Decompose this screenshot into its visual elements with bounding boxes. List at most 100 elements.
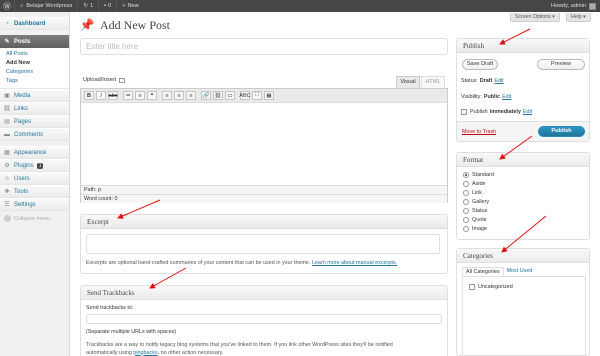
save-draft-button[interactable]: Save Draft — [462, 59, 498, 70]
bullet-list-button[interactable]: ≔ — [123, 91, 133, 100]
radio[interactable] — [463, 226, 469, 232]
account-menu[interactable]: Howdy, admin — [546, 0, 586, 12]
radio[interactable] — [463, 217, 469, 223]
tab-html[interactable]: HTML — [421, 76, 445, 88]
align-right-button[interactable]: ≡ — [186, 91, 196, 100]
strike-glyph: abc — [108, 92, 118, 99]
trackbacks-desc-line1: Trackbacks are a way to notify legacy bl… — [86, 342, 393, 348]
format-option-gallery[interactable]: Gallery — [463, 199, 489, 205]
italic-button[interactable]: I — [96, 91, 106, 100]
align-center-button[interactable]: ≡ — [174, 91, 184, 100]
collapse-menu-button[interactable]: Collapse menu — [0, 211, 69, 226]
format-option-label: Image — [472, 226, 487, 232]
trackbacks-desc-prefix: automatically using — [86, 349, 132, 356]
radio-selected[interactable] — [463, 172, 469, 178]
radio[interactable] — [463, 190, 469, 196]
format-option-link[interactable]: Link — [463, 190, 482, 196]
categories-heading[interactable]: Categories — [457, 249, 589, 263]
tab-visual[interactable]: Visual — [396, 76, 420, 88]
excerpt-learn-more-link[interactable]: Learn more about manual excerpts. — [312, 260, 397, 266]
move-to-trash-link[interactable]: Move to Trash — [462, 129, 496, 135]
comments-link[interactable]: ▪ 0 — [99, 0, 116, 12]
trackbacks-heading[interactable]: Send Trackbacks — [81, 286, 447, 300]
sidebar-item-appearance[interactable]: ▦ Appearance — [0, 146, 69, 159]
blockquote-button[interactable]: ❝ — [147, 91, 157, 100]
format-option-image[interactable]: Image — [463, 226, 487, 232]
submenu-item-add-new[interactable]: Add New — [0, 59, 69, 68]
radio[interactable] — [463, 181, 469, 187]
category-label: Uncategorized — [478, 284, 513, 290]
format-option-quote[interactable]: Quote — [463, 217, 487, 223]
numbered-list-button[interactable]: ≡ — [135, 91, 145, 100]
category-item[interactable]: Uncategorized — [469, 284, 513, 290]
format-option-standard[interactable]: Standard — [463, 172, 494, 178]
submenu-item-all-posts[interactable]: All Posts — [0, 50, 69, 59]
sidebar-item-label: Posts — [14, 38, 31, 45]
media-upload-icon[interactable] — [119, 77, 126, 83]
updates-link[interactable]: ↻ 1 — [78, 0, 98, 12]
screen-options-button[interactable]: Screen Options ▾ — [510, 13, 560, 22]
tab-all-categories[interactable]: All Categories — [462, 267, 504, 276]
strikethrough-button[interactable]: abc — [108, 91, 118, 100]
schedule-edit-link[interactable]: Edit — [523, 109, 532, 115]
publish-button[interactable]: Publish — [538, 126, 585, 137]
visibility-value: Public — [483, 94, 501, 100]
radio[interactable] — [463, 208, 469, 214]
word-count: Word count: 0 — [81, 194, 447, 203]
bold-button[interactable]: B — [84, 91, 94, 100]
excerpt-help-text: Excerpts are optional hand-crafted summa… — [86, 260, 311, 266]
new-content-link[interactable]: + New — [117, 0, 143, 12]
trackbacks-input[interactable] — [86, 314, 442, 324]
collapse-icon — [4, 215, 11, 222]
insert-link-button[interactable]: 🔗 — [201, 91, 211, 100]
spellcheck-button[interactable]: ABC — [239, 91, 251, 100]
site-name-link[interactable]: ⌂ Belajar Wordpress — [15, 0, 77, 12]
status-edit-link[interactable]: Edit — [494, 78, 503, 84]
format-heading[interactable]: Format — [457, 153, 589, 167]
wordpress-logo-icon[interactable]: Ⓦ — [0, 0, 14, 12]
sidebar-item-posts[interactable]: ✎ Posts — [0, 35, 69, 48]
editor-toolbar: B I abc ≔ ≡ ❝ ≡ ≡ ≡ 🔗 ⛓ ▭ ABC ⛶ ▦ — [81, 89, 447, 103]
excerpt-heading[interactable]: Excerpt — [81, 215, 447, 229]
excerpt-textarea[interactable] — [86, 234, 440, 254]
tools-icon: ✚ — [4, 189, 10, 195]
sidebar-item-plugins[interactable]: ⚙ Plugins 1 — [0, 159, 69, 172]
sidebar-item-media[interactable]: ▣ Media — [0, 89, 69, 102]
plugins-update-badge: 1 — [36, 162, 44, 169]
editor-content-area[interactable] — [81, 103, 447, 185]
post-title-input[interactable]: Enter title here — [80, 38, 448, 55]
dashboard-icon: ◔ — [5, 20, 9, 27]
category-checkbox[interactable] — [469, 284, 475, 290]
visibility-edit-link[interactable]: Edit — [502, 94, 511, 100]
kitchen-sink-button[interactable]: ▦ — [264, 91, 274, 100]
sidebar-item-dashboard[interactable]: ◔ Dashboard — [0, 17, 69, 30]
collapse-label: Collapse menu — [14, 215, 50, 222]
fullscreen-button[interactable]: ⛶ — [252, 91, 262, 100]
pin-icon: ✎ — [4, 39, 10, 45]
sidebar-item-tools[interactable]: ✚ Tools — [0, 185, 69, 198]
publish-heading[interactable]: Publish — [457, 39, 589, 53]
excerpt-help: Excerpts are optional hand-crafted summa… — [86, 260, 397, 266]
schedule-value: immediately — [489, 109, 521, 115]
unlink-button[interactable]: ⛓ — [213, 91, 223, 100]
insert-more-button[interactable]: ▭ — [225, 91, 235, 100]
pingbacks-link[interactable]: pingbacks — [133, 350, 157, 356]
preview-button[interactable]: Preview — [537, 59, 585, 70]
submenu-item-tags[interactable]: Tags — [0, 77, 69, 86]
submenu-item-categories[interactable]: Categories — [0, 68, 69, 77]
radio[interactable] — [463, 199, 469, 205]
tab-most-used[interactable]: Most Used — [504, 267, 536, 276]
avatar[interactable] — [589, 2, 596, 10]
sidebar-item-pages[interactable]: ▤ Pages — [0, 115, 69, 128]
align-left-button[interactable]: ≡ — [162, 91, 172, 100]
format-option-status[interactable]: Status — [463, 208, 487, 214]
status-row: Status: Draft Edit — [461, 78, 504, 84]
sidebar-item-comments[interactable]: ▬ Comments — [0, 128, 69, 141]
page-title: 📌 Add New Post — [80, 18, 170, 33]
updates-icon: ↻ — [83, 3, 88, 9]
sidebar-item-links[interactable]: ⛓ Links — [0, 102, 69, 115]
format-option-aside[interactable]: Aside — [463, 181, 486, 187]
help-button[interactable]: Help ▾ — [566, 13, 591, 22]
sidebar-item-users[interactable]: ☺ Users — [0, 172, 69, 185]
sidebar-item-settings[interactable]: ☰ Settings — [0, 198, 69, 211]
